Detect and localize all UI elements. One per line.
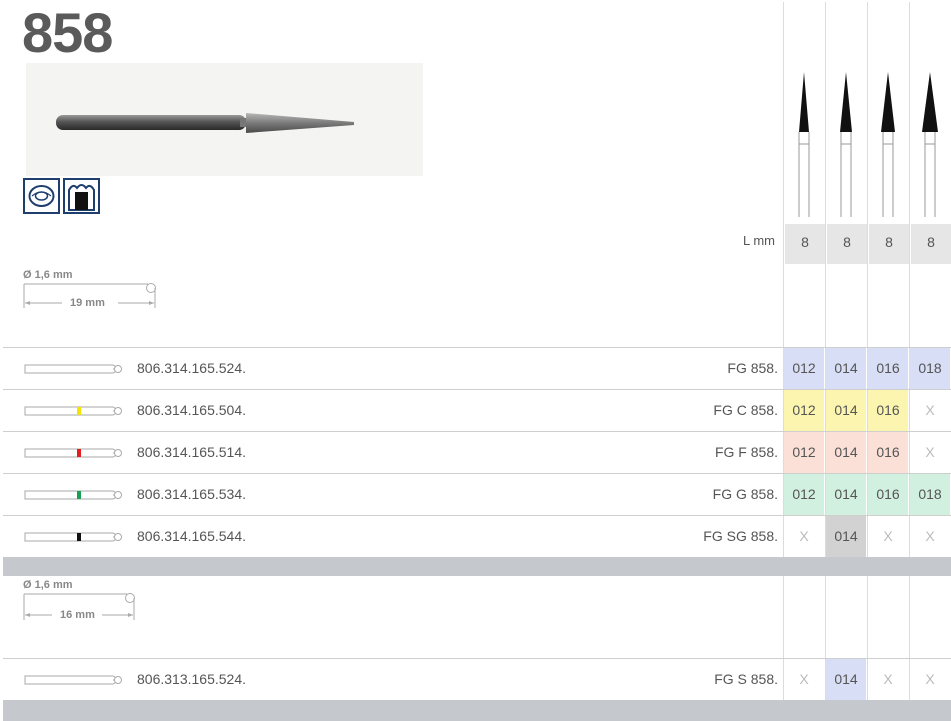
size-unavailable: X xyxy=(925,402,935,418)
size-option[interactable]: 016 xyxy=(868,474,908,515)
instrument-sketch xyxy=(24,362,124,376)
occlusal-view-icon xyxy=(23,178,60,214)
shank-length: 19 mm xyxy=(70,297,105,309)
length-value: 8 xyxy=(869,224,909,264)
size-unavailable: X xyxy=(925,671,935,687)
size-option[interactable]: 016 xyxy=(868,390,908,431)
instrument-sketch xyxy=(24,446,124,460)
article-number: 806.314.165.534. xyxy=(137,486,246,502)
size-option[interactable]: 014 xyxy=(826,474,866,515)
size-unavailable: X xyxy=(799,671,809,687)
size-option[interactable]: 012 xyxy=(784,348,824,389)
section-separator xyxy=(3,557,951,576)
size-option[interactable]: 014 xyxy=(826,348,866,389)
diamond-bur-image xyxy=(56,113,354,133)
article-number: 806.314.165.504. xyxy=(137,402,246,418)
instrument-sketch xyxy=(24,488,124,502)
product-code: FG SG 858. xyxy=(703,528,778,544)
size-option[interactable]: 018 xyxy=(910,348,950,389)
instrument-sketch xyxy=(24,673,124,687)
length-label: L mm xyxy=(742,233,775,248)
shank-length: 16 mm xyxy=(60,609,95,621)
size-unavailable: X xyxy=(925,444,935,460)
size-unavailable: X xyxy=(925,528,935,544)
article-number: 806.313.165.524. xyxy=(137,671,246,687)
product-code: FG 858. xyxy=(727,360,778,376)
product-code: FG G 858. xyxy=(712,486,778,502)
length-value: 8 xyxy=(785,224,825,264)
product-code: FG F 858. xyxy=(714,444,778,460)
size-option[interactable]: 012 xyxy=(784,474,824,515)
tip-profile-012 xyxy=(798,72,810,217)
size-option[interactable]: 014 xyxy=(826,432,866,473)
size-unavailable: X xyxy=(883,671,893,687)
shank-diagram-19mm: Ø 1,6 mm 19 mm xyxy=(22,266,162,316)
product-photo xyxy=(26,63,423,176)
size-option[interactable]: 014 xyxy=(826,659,866,700)
product-code: FG C 858. xyxy=(713,402,778,418)
instrument-sketch xyxy=(24,530,124,544)
shank-diagram-16mm: Ø 1,6 mm 16 mm xyxy=(22,576,162,626)
length-value: 8 xyxy=(827,224,867,264)
size-option[interactable]: 016 xyxy=(868,348,908,389)
section-separator xyxy=(3,700,951,721)
product-code: FG S 858. xyxy=(714,671,778,687)
article-number: 806.314.165.514. xyxy=(137,444,246,460)
size-unavailable: X xyxy=(883,528,893,544)
size-option[interactable]: 012 xyxy=(784,390,824,431)
size-option[interactable]: 012 xyxy=(784,432,824,473)
tip-profile-016 xyxy=(881,72,895,217)
crown-prep-icon xyxy=(63,178,100,214)
tip-profile-014 xyxy=(840,72,852,217)
size-option[interactable]: 016 xyxy=(868,432,908,473)
article-number: 806.314.165.544. xyxy=(137,528,246,544)
instrument-sketch xyxy=(24,404,124,418)
size-option[interactable]: 014 xyxy=(826,516,866,557)
length-value: 8 xyxy=(911,224,951,264)
size-option[interactable]: 014 xyxy=(826,390,866,431)
size-option[interactable]: 018 xyxy=(910,474,950,515)
article-number: 806.314.165.524. xyxy=(137,360,246,376)
tip-profile-018 xyxy=(922,72,938,217)
size-unavailable: X xyxy=(799,528,809,544)
product-title: 858 xyxy=(22,1,113,64)
